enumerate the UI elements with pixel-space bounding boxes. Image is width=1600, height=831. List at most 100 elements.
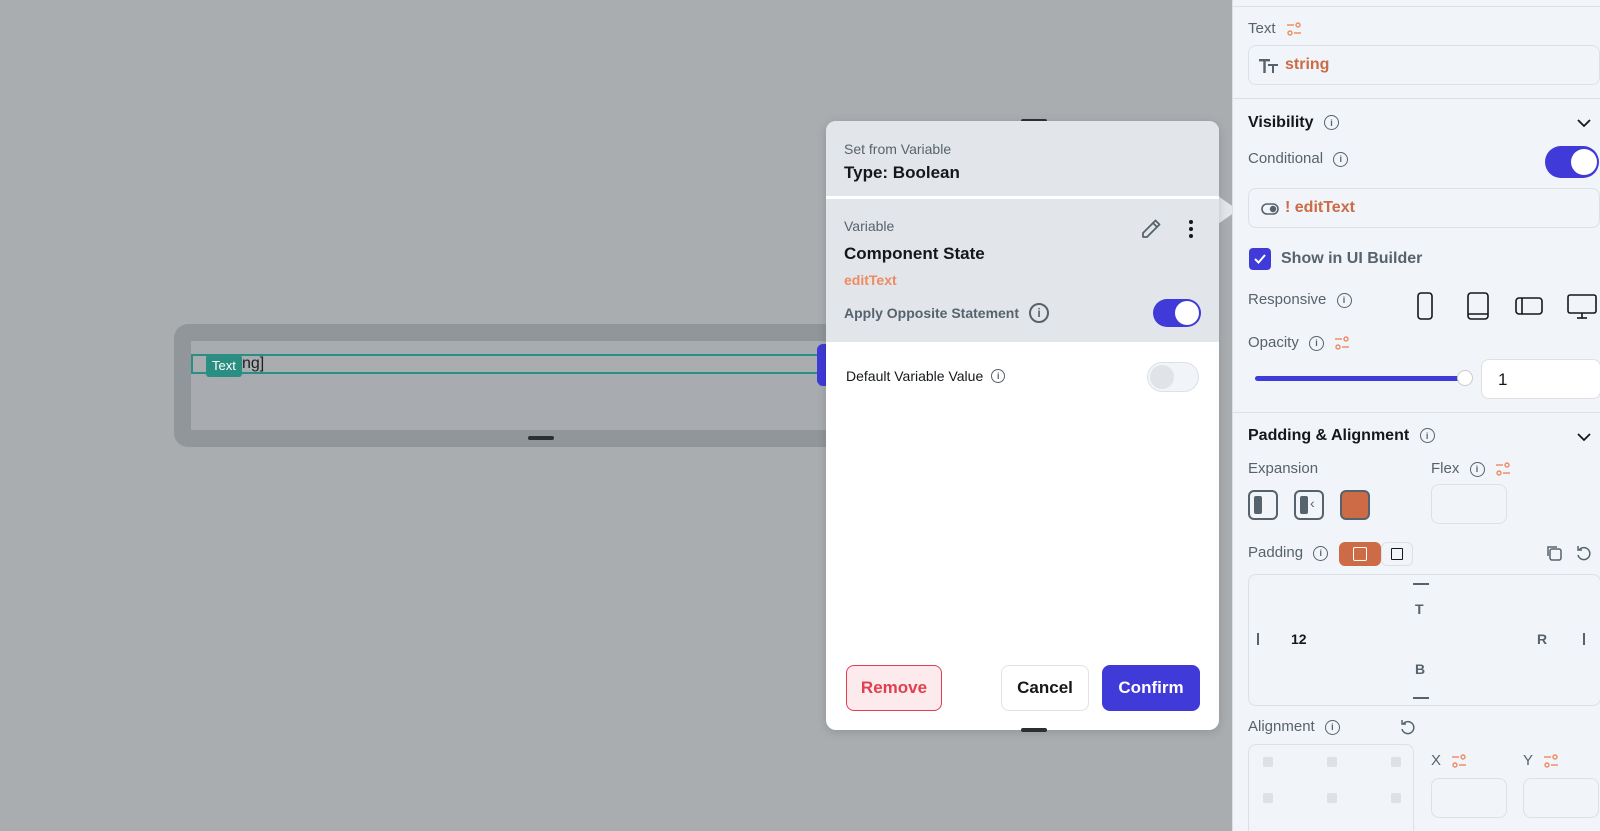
toggle-icon [1261, 203, 1279, 215]
info-icon[interactable]: i [1313, 545, 1329, 561]
conditional-row: Conditional i [1248, 150, 1349, 167]
padding-top-handle[interactable] [1413, 583, 1429, 585]
slider-settings-icon[interactable] [1286, 21, 1302, 37]
padding-bottom-label[interactable]: B [1415, 661, 1425, 677]
divider [1233, 98, 1600, 99]
info-icon[interactable]: i [1333, 151, 1349, 167]
widget-frame[interactable] [174, 324, 874, 447]
text-value-field[interactable]: string [1248, 45, 1600, 85]
visibility-header[interactable]: Visibility i [1248, 114, 1339, 132]
padding-bottom-handle[interactable] [1413, 697, 1429, 699]
opacity-label: Opacity [1248, 334, 1299, 351]
align-center-left[interactable] [1263, 793, 1273, 803]
flex-input[interactable] [1431, 484, 1507, 524]
copy-icon[interactable] [1545, 544, 1563, 562]
dialog-header: Set from Variable Type: Boolean [826, 121, 1219, 196]
chevron-down-icon[interactable] [1575, 428, 1593, 446]
info-icon[interactable]: i [1419, 428, 1435, 444]
chevron-down-icon[interactable] [1575, 114, 1593, 132]
remove-button[interactable]: Remove [846, 665, 942, 711]
align-top-right[interactable] [1391, 757, 1401, 767]
default-value-toggle[interactable] [1147, 362, 1199, 392]
padding-label: Padding [1248, 544, 1304, 561]
padding-editor: T 12 R B [1248, 574, 1600, 706]
conditional-toggle[interactable] [1545, 146, 1599, 178]
desktop-icon[interactable] [1567, 292, 1597, 320]
align-top-center[interactable] [1327, 757, 1337, 767]
reset-icon[interactable] [1575, 544, 1593, 562]
padding-right-handle[interactable] [1583, 633, 1585, 645]
opacity-row: Opacity i [1248, 334, 1350, 351]
info-icon[interactable]: i [1309, 335, 1325, 351]
padding-top-label[interactable]: T [1415, 601, 1424, 617]
apply-opposite-label: Apply Opposite Statement [844, 305, 1020, 321]
confirm-button[interactable]: Confirm [1102, 665, 1200, 711]
opacity-input[interactable]: 1 [1481, 359, 1600, 399]
variable-name[interactable]: Component State [844, 244, 1201, 264]
align-top-left[interactable] [1263, 757, 1273, 767]
text-property-label: Text [1248, 20, 1276, 37]
edit-icon[interactable] [1139, 217, 1163, 241]
x-label: X [1431, 752, 1442, 769]
alignment-grid[interactable] [1248, 744, 1414, 831]
padding-left-handle[interactable] [1257, 633, 1259, 645]
padding-mode-uniform[interactable] [1381, 542, 1413, 566]
slider-settings-icon[interactable] [1451, 753, 1467, 769]
align-center-right[interactable] [1391, 793, 1401, 803]
y-input[interactable] [1523, 778, 1599, 818]
info-icon[interactable]: i [1469, 461, 1485, 477]
tablet-landscape-icon[interactable] [1515, 292, 1543, 320]
expansion-shrink-button[interactable]: ‹ [1294, 490, 1324, 520]
alignment-label: Alignment [1248, 718, 1315, 735]
expansion-fill-button[interactable] [1340, 490, 1370, 520]
info-icon[interactable]: i [1336, 292, 1352, 308]
properties-panel: Text string Visibility i Conditional i !… [1232, 0, 1600, 831]
x-input[interactable] [1431, 778, 1507, 818]
frame-resize-handle[interactable] [528, 436, 554, 440]
more-vertical-icon[interactable] [1183, 217, 1199, 241]
padding-left-value[interactable]: 12 [1291, 631, 1307, 647]
opacity-slider-track[interactable] [1255, 376, 1461, 381]
padding-right-label[interactable]: R [1537, 631, 1547, 647]
visibility-label: Visibility [1248, 114, 1314, 131]
padding-mode-individual[interactable] [1339, 542, 1381, 566]
padding-alignment-header[interactable]: Padding & Alignment i [1248, 427, 1435, 445]
text-widget[interactable] [191, 354, 821, 374]
info-icon[interactable]: i [1324, 719, 1340, 735]
flex-label: Flex [1431, 460, 1460, 477]
variable-field[interactable]: editText [844, 272, 1201, 288]
y-label: Y [1523, 752, 1533, 769]
x-row: X [1431, 752, 1467, 769]
text-widget-content: ng] [242, 355, 265, 372]
opacity-slider-knob[interactable] [1457, 370, 1473, 386]
padding-alignment-label: Padding & Alignment [1248, 427, 1410, 444]
reset-icon[interactable] [1399, 718, 1417, 736]
expansion-label: Expansion [1248, 460, 1319, 477]
show-in-ui-builder-checkbox[interactable] [1249, 248, 1271, 270]
text-widget-tag: Text [206, 355, 242, 377]
info-icon[interactable]: i [1323, 115, 1339, 131]
slider-settings-icon[interactable] [1495, 461, 1511, 477]
align-center[interactable] [1327, 793, 1337, 803]
cancel-button[interactable]: Cancel [1001, 665, 1089, 711]
conditional-label: Conditional [1248, 150, 1324, 167]
text-value: string [1285, 56, 1330, 73]
alignment-row: Alignment i [1248, 718, 1340, 735]
responsive-row: Responsive i [1248, 291, 1352, 308]
phone-icon[interactable] [1417, 292, 1433, 320]
tablet-icon[interactable] [1467, 292, 1489, 320]
slider-settings-icon[interactable] [1543, 753, 1559, 769]
expansion-default-button[interactable] [1248, 490, 1278, 520]
divider [1233, 412, 1600, 413]
condition-field[interactable]: ! editText [1248, 188, 1600, 228]
info-icon[interactable]: i [1029, 303, 1050, 323]
info-icon[interactable]: i [991, 369, 1006, 383]
text-format-icon [1259, 59, 1278, 73]
drag-handle-bottom[interactable] [1021, 728, 1047, 732]
responsive-label: Responsive [1248, 291, 1327, 308]
apply-opposite-toggle[interactable] [1153, 299, 1201, 327]
default-value-label: Default Variable Value [846, 368, 984, 384]
flex-row: Flex i [1431, 460, 1511, 477]
dialog-title: Type: Boolean [844, 163, 960, 182]
slider-settings-icon[interactable] [1334, 335, 1350, 351]
